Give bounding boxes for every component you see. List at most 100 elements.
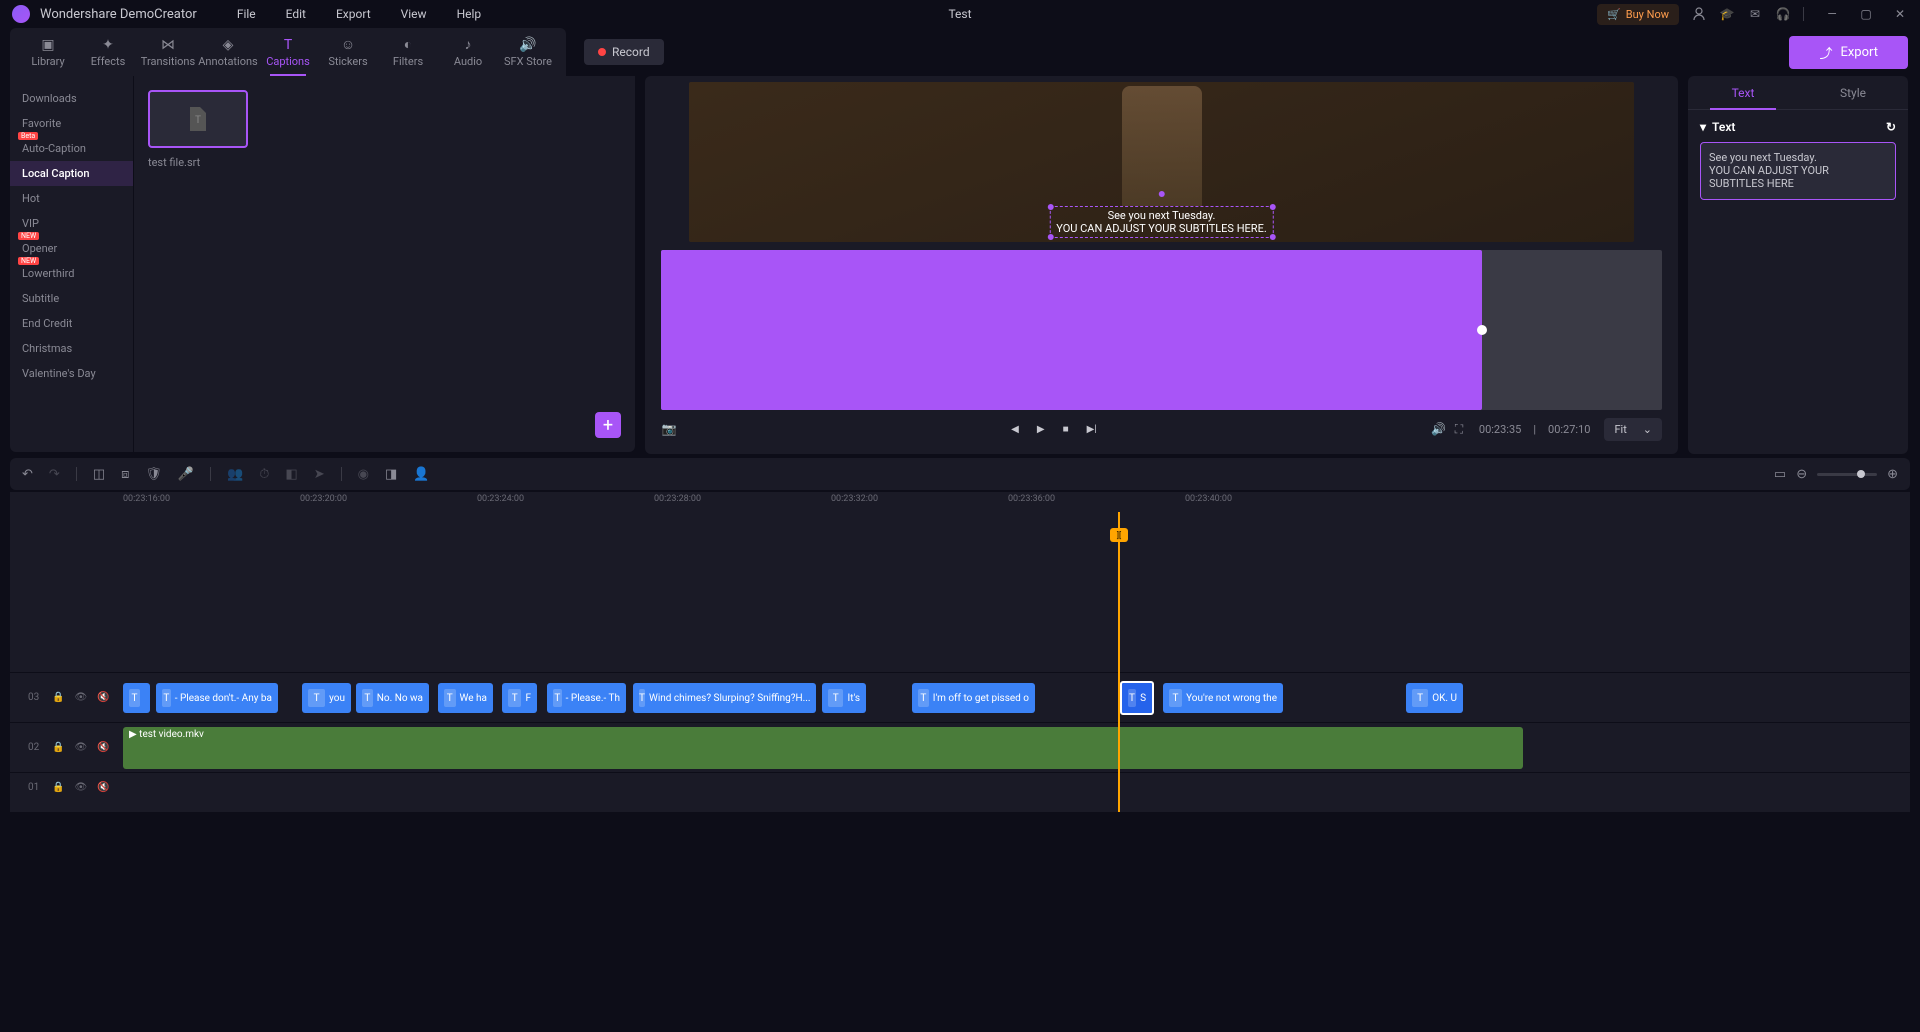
sidebar-item-subtitle[interactable]: Subtitle <box>10 286 133 311</box>
voiceover-icon[interactable]: 🎤 <box>178 467 194 482</box>
tab-filters[interactable]: ◐Filters <box>378 28 438 76</box>
menu-view[interactable]: View <box>401 7 427 21</box>
tab-audio[interactable]: ♪Audio <box>438 28 498 76</box>
mute-icon[interactable]: 🔇 <box>97 692 109 703</box>
next-frame-icon[interactable]: ▶| <box>1087 424 1097 435</box>
resize-handle[interactable] <box>1047 234 1053 240</box>
minimize-icon[interactable]: — <box>1824 6 1840 22</box>
help-icon[interactable]: 🎓 <box>1719 6 1735 22</box>
empty-track-content[interactable] <box>123 773 1910 802</box>
progress-thumb[interactable] <box>1477 325 1487 335</box>
mail-icon[interactable]: ✉ <box>1747 6 1763 22</box>
eye-icon[interactable]: 👁 <box>74 782 87 793</box>
marker-icon[interactable]: 🛡 <box>145 467 162 482</box>
playhead-marker[interactable]: ][ <box>1110 528 1128 542</box>
crop-icon[interactable]: ◫ <box>93 467 105 482</box>
tab-captions[interactable]: TCaptions <box>258 28 318 76</box>
caption-clip[interactable]: TYou're not wrong the <box>1163 683 1283 713</box>
stop-icon[interactable]: ■ <box>1063 424 1069 435</box>
caption-clip[interactable]: TWind chimes? Slurping? Sniffing?H... <box>633 683 816 713</box>
fullscreen-icon[interactable]: ⛶ <box>1451 421 1467 437</box>
cursor-icon[interactable]: ➤ <box>314 467 325 482</box>
transform-icon[interactable]: ◉ <box>358 467 369 482</box>
menu-help[interactable]: Help <box>457 7 482 21</box>
timeline-ruler[interactable]: 00:23:16:0000:23:20:0000:23:24:0000:23:2… <box>10 492 1910 512</box>
caption-clip[interactable]: T- Please.- Th <box>547 683 626 713</box>
mask-icon[interactable]: ◨ <box>385 467 397 482</box>
tab-sfx[interactable]: 🔊SFX Store <box>498 28 558 76</box>
close-icon[interactable]: ✕ <box>1892 6 1908 22</box>
caption-clip[interactable]: T- Please don't.- Any ba <box>156 683 278 713</box>
speed-icon[interactable]: ⏱ <box>259 467 269 482</box>
redo-icon[interactable]: ↷ <box>49 467 60 482</box>
srt-file-thumb[interactable]: T <box>148 90 248 148</box>
export-button[interactable]: ⤴ Export <box>1789 36 1908 69</box>
fit-timeline-icon[interactable]: ▭ <box>1774 467 1786 482</box>
sidebar-item-local-caption[interactable]: Local Caption <box>10 161 133 186</box>
mute-icon[interactable]: 🔇 <box>97 782 109 793</box>
mute-icon[interactable]: 🔇 <box>97 742 109 753</box>
split-icon[interactable]: ⧈ <box>121 467 129 482</box>
caption-clip[interactable]: T <box>123 683 150 713</box>
resize-handle[interactable] <box>1270 204 1276 210</box>
sidebar-item-downloads[interactable]: Downloads <box>10 86 133 111</box>
zoom-in-icon[interactable]: ⊕ <box>1887 467 1898 482</box>
lock-icon[interactable]: 🔒 <box>52 782 64 793</box>
subtitle-textarea[interactable]: See you next Tuesday. YOU CAN ADJUST YOU… <box>1700 142 1896 200</box>
caption-clip[interactable]: TOK. U <box>1406 683 1463 713</box>
user-icon[interactable] <box>1691 6 1707 22</box>
video-track-content[interactable]: ▶ test video.mkv <box>123 723 1910 772</box>
volume-icon[interactable]: 🔊 <box>1431 421 1447 437</box>
maximize-icon[interactable]: ▢ <box>1858 6 1874 22</box>
caption-clip[interactable]: Tyou <box>302 683 351 713</box>
text-track-content[interactable]: TT- Please don't.- Any ba TyouTNo. No wa T… <box>123 673 1910 722</box>
tab-library[interactable]: ▣Library <box>18 28 78 76</box>
headset-icon[interactable]: 🎧 <box>1775 6 1791 22</box>
progress-bar[interactable] <box>661 250 1662 410</box>
caption-clip[interactable]: TF <box>502 683 537 713</box>
menu-edit[interactable]: Edit <box>286 7 306 21</box>
sidebar-item-valentine-s-day[interactable]: Valentine's Day <box>10 361 133 386</box>
add-button[interactable]: + <box>595 412 621 438</box>
eye-icon[interactable]: 👁 <box>74 692 87 703</box>
sidebar-item-end-credit[interactable]: End Credit <box>10 311 133 336</box>
adjust-icon[interactable]: ◧ <box>285 467 297 482</box>
sidebar-item-lowerthird[interactable]: NEWLowerthird <box>10 261 133 286</box>
zoom-out-icon[interactable]: ⊖ <box>1796 467 1807 482</box>
reset-icon[interactable]: ↻ <box>1886 120 1896 134</box>
resize-handle[interactable] <box>1270 234 1276 240</box>
sidebar-item-auto-caption[interactable]: BetaAuto-Caption <box>10 136 133 161</box>
sidebar-item-hot[interactable]: Hot <box>10 186 133 211</box>
menu-export[interactable]: Export <box>336 7 371 21</box>
fit-select[interactable]: Fit ⌄ <box>1604 418 1662 441</box>
text-section-header[interactable]: ▾ Text ↻ <box>1700 120 1896 134</box>
prev-frame-icon[interactable]: ◀ <box>1011 424 1019 435</box>
subtitle-overlay[interactable]: See you next Tuesday. YOU CAN ADJUST YOU… <box>1049 206 1273 238</box>
rotate-handle[interactable] <box>1159 191 1165 197</box>
buy-now-button[interactable]: 🛒 Buy Now <box>1597 4 1679 25</box>
zoom-slider[interactable] <box>1817 473 1877 476</box>
caption-clip[interactable]: TWe ha <box>438 683 493 713</box>
lock-icon[interactable]: 🔒 <box>52 742 64 753</box>
tab-style[interactable]: Style <box>1798 76 1908 109</box>
tab-annotations[interactable]: ◈Annotations <box>198 28 258 76</box>
tab-stickers[interactable]: ☺Stickers <box>318 28 378 76</box>
caption-clip[interactable]: TS <box>1120 681 1154 715</box>
play-icon[interactable]: ▶ <box>1037 424 1045 435</box>
avatar-icon[interactable]: 👤 <box>413 467 429 482</box>
caption-clip[interactable]: TI'm off to get pissed o <box>912 683 1035 713</box>
eye-icon[interactable]: 👁 <box>74 742 87 753</box>
record-button[interactable]: Record <box>584 39 664 65</box>
lock-icon[interactable]: 🔒 <box>52 692 64 703</box>
video-preview[interactable]: See you next Tuesday. YOU CAN ADJUST YOU… <box>689 82 1634 242</box>
caption-clip[interactable]: TNo. No wa <box>356 683 429 713</box>
caption-clip[interactable]: TIt's <box>822 683 866 713</box>
sidebar-item-christmas[interactable]: Christmas <box>10 336 133 361</box>
tab-transitions[interactable]: ⋈Transitions <box>138 28 198 76</box>
tab-effects[interactable]: ✦Effects <box>78 28 138 76</box>
menu-file[interactable]: File <box>237 7 256 21</box>
tab-text[interactable]: Text <box>1688 76 1798 109</box>
group-icon[interactable]: 👥 <box>227 467 243 482</box>
undo-icon[interactable]: ↶ <box>22 467 33 482</box>
snapshot-icon[interactable]: 📷 <box>661 421 677 437</box>
